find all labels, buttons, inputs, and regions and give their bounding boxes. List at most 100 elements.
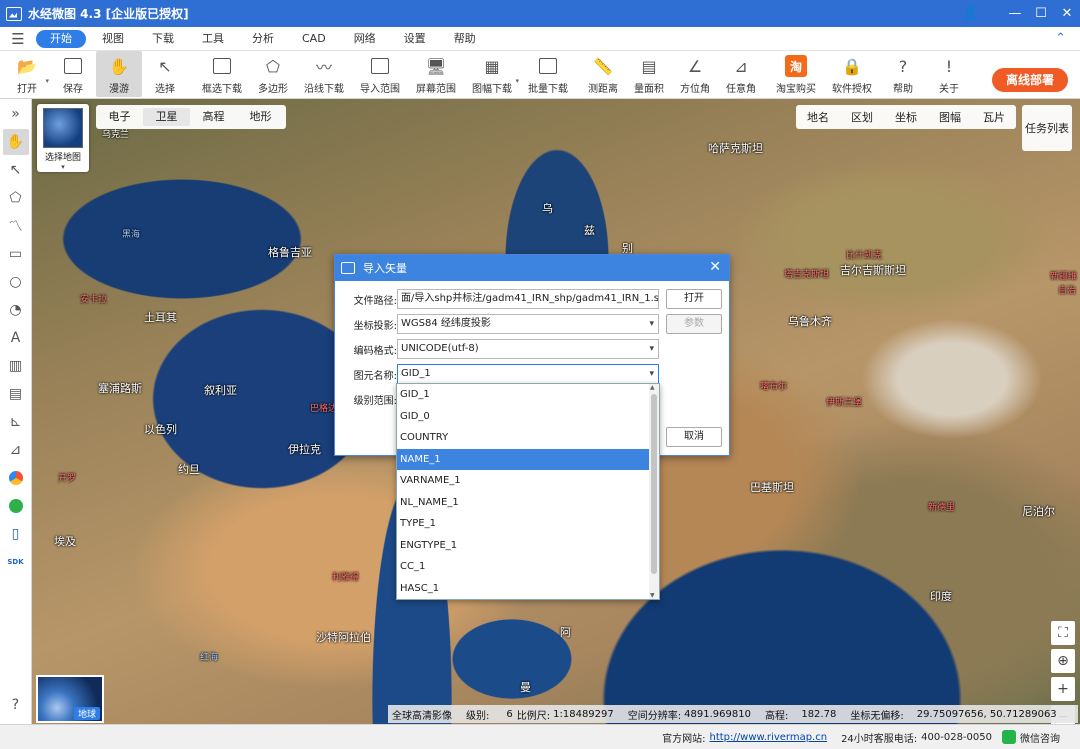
- overlay-divisions[interactable]: 区划: [840, 109, 884, 125]
- measure-distance-button[interactable]: 📏 测距离: [580, 51, 626, 97]
- offline-deploy-button[interactable]: 离线部署: [992, 68, 1068, 92]
- draw-arc-icon[interactable]: ◔: [3, 297, 29, 323]
- maximize-button[interactable]: ☐: [1028, 6, 1054, 21]
- menu-network[interactable]: 网络: [340, 30, 390, 48]
- hamburger-menu-icon[interactable]: ☰: [0, 30, 36, 48]
- map-label: 自治: [1058, 286, 1077, 296]
- dialog-close-icon[interactable]: ✕: [709, 259, 721, 275]
- map-label: 红海: [200, 653, 219, 663]
- wechat-label[interactable]: 微信咨询: [1020, 730, 1060, 745]
- save-button[interactable]: 保存: [50, 51, 96, 97]
- dropdown-option[interactable]: NL_NAME_1: [397, 492, 659, 514]
- map-type-vector[interactable]: 电子: [96, 108, 143, 126]
- menu-view[interactable]: 视图: [88, 30, 138, 48]
- plugin-icon[interactable]: [3, 465, 29, 491]
- draw-circle-icon[interactable]: ○: [3, 269, 29, 295]
- select-button[interactable]: ↖ 选择: [142, 51, 188, 97]
- help-button[interactable]: ? 帮助: [880, 51, 926, 97]
- batch-download-button[interactable]: 批量下载: [520, 51, 576, 97]
- draw-line-icon[interactable]: 〽: [3, 213, 29, 239]
- close-button[interactable]: ✕: [1054, 6, 1080, 21]
- dropdown-option[interactable]: COUNTRY: [397, 427, 659, 449]
- minimize-button[interactable]: —: [1002, 6, 1028, 21]
- scroll-up-icon[interactable]: ▲: [650, 384, 655, 391]
- map-label: 约旦: [178, 463, 200, 476]
- sdk-icon[interactable]: SDK: [3, 549, 29, 575]
- azimuth-button[interactable]: ∠ 方位角: [672, 51, 718, 97]
- globe-view-button[interactable]: 地球: [36, 675, 104, 723]
- polygon-download-button[interactable]: ⬠ 多边形: [250, 51, 296, 97]
- angle-icon[interactable]: ⊾: [3, 409, 29, 435]
- expand-sidebar-icon[interactable]: »: [3, 101, 29, 127]
- dropdown-option[interactable]: CC_1: [397, 556, 659, 578]
- box-download-button[interactable]: 框选下载: [194, 51, 250, 97]
- dropdown-option[interactable]: VARNAME_1: [397, 470, 659, 492]
- map-label: 塔吉克斯坦: [784, 270, 830, 280]
- collapse-ribbon-icon[interactable]: ⌃: [1055, 31, 1066, 46]
- dropdown-option[interactable]: HASC_1: [397, 578, 659, 600]
- dropdown-option[interactable]: GID_0: [397, 406, 659, 428]
- pan-button[interactable]: ✋ 漫游: [96, 51, 142, 97]
- menu-download[interactable]: 下载: [138, 30, 188, 48]
- dropdown-scrollbar[interactable]: ▲ ▼: [649, 384, 659, 599]
- menu-cad[interactable]: CAD: [288, 30, 340, 48]
- save-icon: [62, 55, 84, 77]
- license-button[interactable]: 🔒 软件授权: [824, 51, 880, 97]
- map-type-elevation[interactable]: 高程: [190, 108, 237, 126]
- map-type-satellite[interactable]: 卫星: [143, 108, 190, 126]
- measure-area-button[interactable]: ▤ 量面积: [626, 51, 672, 97]
- sheet-download-button[interactable]: ▦ 图幅下载 ▾: [464, 51, 520, 97]
- scrollbar-thumb[interactable]: [651, 394, 657, 574]
- about-button[interactable]: ! 关于: [926, 51, 972, 97]
- site-link[interactable]: http://www.rivermap.cn: [710, 732, 828, 743]
- share-icon[interactable]: [3, 493, 29, 519]
- overlay-coordinates[interactable]: 坐标: [884, 109, 928, 125]
- help-circle-icon[interactable]: ?: [3, 692, 29, 718]
- screen-range-button[interactable]: 🖥 屏幕范围: [408, 51, 464, 97]
- feature-name-select[interactable]: GID_1: [397, 364, 659, 384]
- scroll-down-icon[interactable]: ▼: [650, 592, 655, 599]
- user-icon[interactable]: 👤: [958, 6, 984, 21]
- menu-start[interactable]: 开始: [36, 29, 86, 48]
- task-list-button[interactable]: 任务列表: [1022, 105, 1072, 151]
- zoom-in-button[interactable]: +: [1051, 677, 1075, 701]
- angle2-icon[interactable]: ⊿: [3, 437, 29, 463]
- menu-settings[interactable]: 设置: [390, 30, 440, 48]
- fullscreen-icon[interactable]: ⛶: [1051, 621, 1075, 645]
- overlay-placenames[interactable]: 地名: [796, 109, 840, 125]
- dropdown-option[interactable]: TYPE_1: [397, 513, 659, 535]
- open-file-button[interactable]: 打开: [666, 289, 722, 309]
- locate-icon[interactable]: ⊕: [1051, 649, 1075, 673]
- dropdown-option[interactable]: GID_1: [397, 384, 659, 406]
- arbitrary-angle-button[interactable]: ⊿ 任意角: [718, 51, 764, 97]
- taobao-buy-button[interactable]: 淘淘宝购买: [768, 51, 824, 97]
- overlay-sheets[interactable]: 图幅: [928, 109, 972, 125]
- dropdown-option[interactable]: ENGTYPE_1: [397, 535, 659, 557]
- import-range-button[interactable]: 导入范围: [352, 51, 408, 97]
- open-button[interactable]: 📂 打开 ▾: [4, 51, 50, 97]
- menu-help[interactable]: 帮助: [440, 30, 490, 48]
- file-path-input[interactable]: 面/导入shp并标注/gadm41_IRN_shp/gadm41_IRN_1.s…: [397, 289, 659, 309]
- mobile-icon[interactable]: ▯: [3, 521, 29, 547]
- projection-select[interactable]: WGS84 经纬度投影: [397, 314, 659, 334]
- status-resolution: 4891.969810: [684, 708, 751, 720]
- line-download-button[interactable]: 〰沿线下载: [296, 51, 352, 97]
- pan-tool-icon[interactable]: ✋: [2, 129, 29, 155]
- area-icon[interactable]: ▤: [3, 381, 29, 407]
- map-label: 比什凯克: [846, 251, 883, 261]
- cancel-button[interactable]: 取消: [666, 427, 722, 447]
- params-button[interactable]: 参数: [666, 314, 722, 334]
- select-tool-icon[interactable]: ↖: [3, 157, 29, 183]
- menu-analysis[interactable]: 分析: [238, 30, 288, 48]
- encoding-select[interactable]: UNICODE(utf-8): [397, 339, 659, 359]
- overlay-tiles[interactable]: 瓦片: [972, 109, 1016, 125]
- dropdown-option-selected[interactable]: NAME_1: [397, 448, 659, 470]
- draw-rect-icon[interactable]: ▭: [3, 241, 29, 267]
- map-status-bar: 全球高清影像 级别: 6 比例尺: 1:18489297 空间分辨率: 4891…: [388, 705, 1078, 723]
- layer-selector[interactable]: 选择地图 ▾: [37, 104, 89, 172]
- menu-tools[interactable]: 工具: [188, 30, 238, 48]
- map-type-terrain[interactable]: 地形: [237, 108, 284, 126]
- draw-polygon-icon[interactable]: ⬠: [3, 185, 29, 211]
- ruler-icon[interactable]: ▥: [3, 353, 29, 379]
- add-text-icon[interactable]: A: [3, 325, 29, 351]
